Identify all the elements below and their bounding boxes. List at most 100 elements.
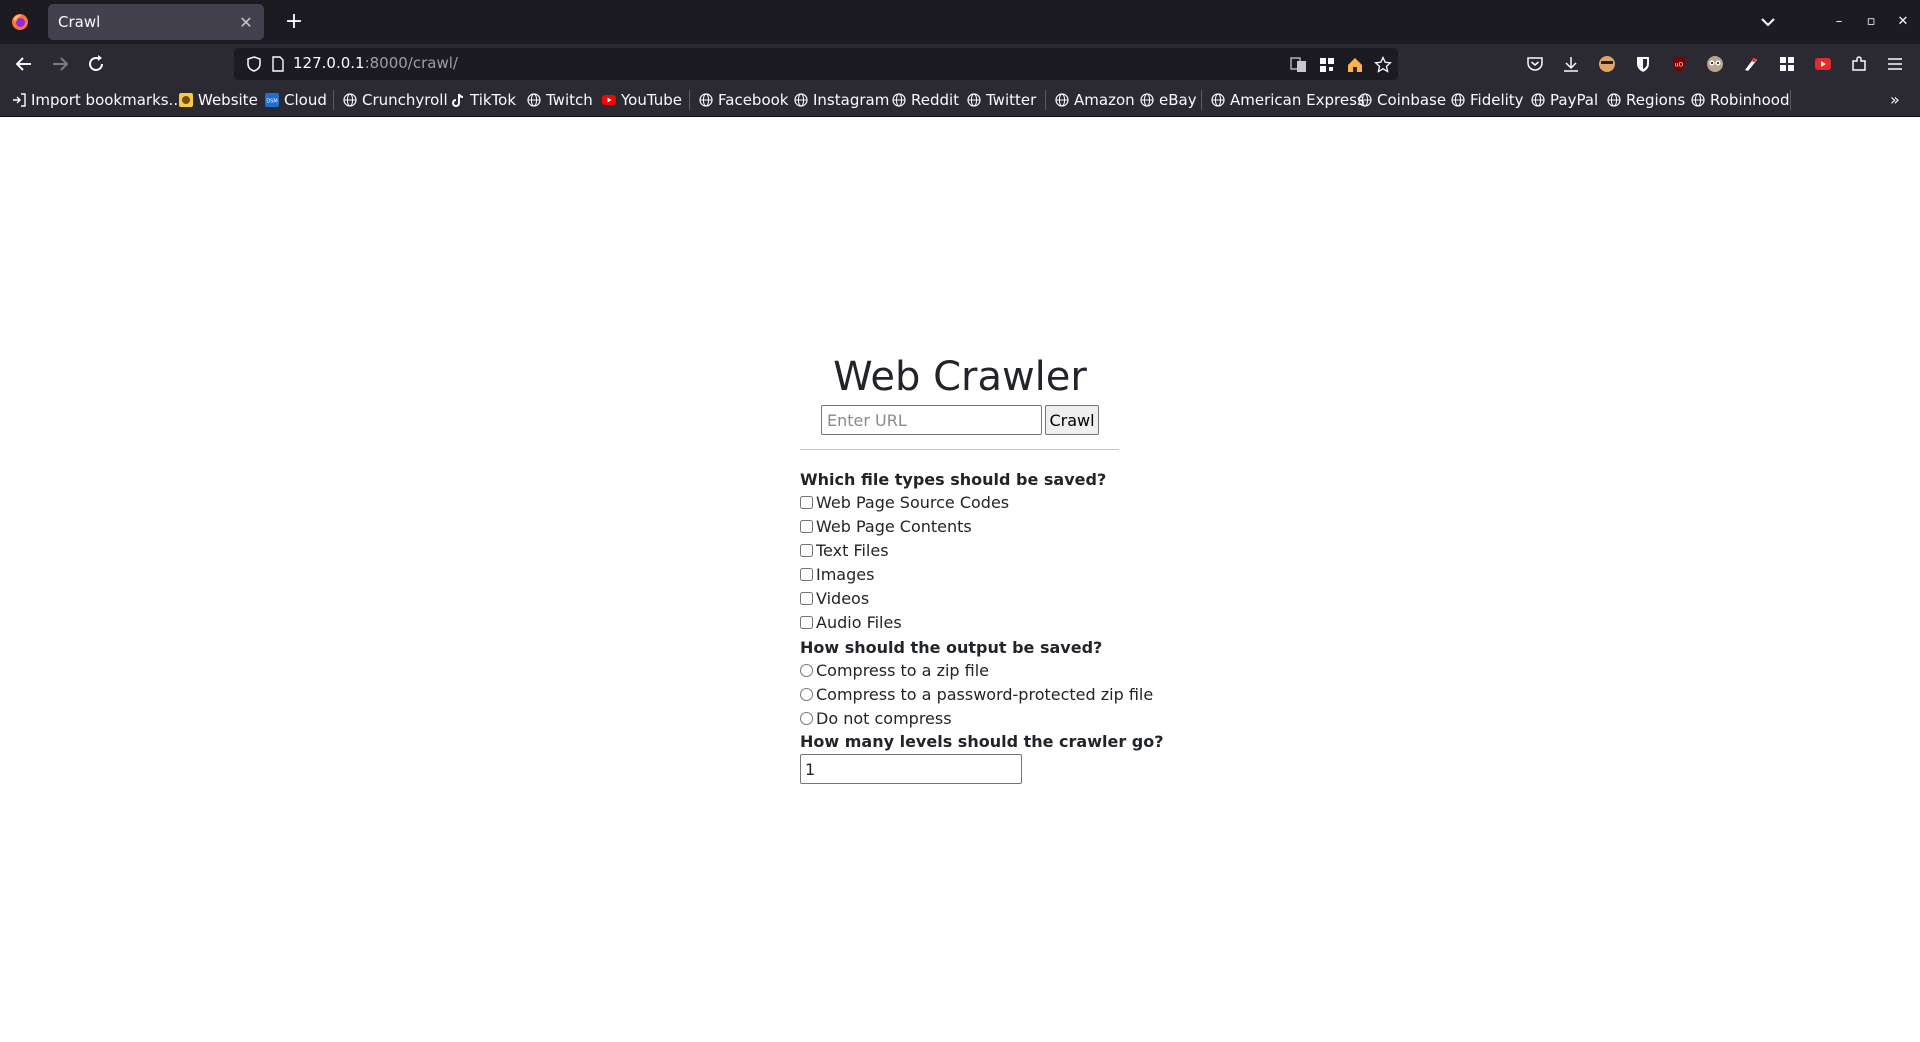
minimize-icon[interactable]: – [1827, 10, 1851, 34]
levels-question: How many levels should the crawler go? [800, 732, 1164, 751]
bookmark-label: eBay [1159, 91, 1197, 109]
option-label: Compress to a password-protected zip fil… [816, 684, 1154, 704]
youtube-extension-icon[interactable] [1814, 55, 1832, 73]
bookmarks-toolbar: Import bookmarks... Website DSM Cloud Cr… [0, 84, 1920, 117]
bookmark-coinbase[interactable]: Coinbase [1358, 89, 1446, 111]
bookmark-label: YouTube [621, 91, 682, 109]
checkbox[interactable] [800, 567, 813, 581]
option-videos[interactable]: Videos [800, 587, 869, 609]
bookmark-twitch[interactable]: Twitch [527, 89, 593, 111]
url-text[interactable]: 127.0.0.1:8000/crawl/ [293, 54, 458, 72]
tiktok-icon [452, 93, 464, 107]
option-label: Do not compress [816, 708, 952, 728]
radio[interactable] [800, 687, 813, 701]
checkbox[interactable] [800, 543, 813, 557]
firefox-logo-icon[interactable] [11, 13, 29, 31]
downloads-icon[interactable] [1562, 55, 1580, 73]
option-compress-password-zip[interactable]: Compress to a password-protected zip fil… [800, 683, 1153, 705]
pocket-icon[interactable] [1526, 55, 1544, 73]
list-all-tabs-chevron-icon[interactable] [1756, 10, 1780, 34]
option-images[interactable]: Images [800, 563, 874, 585]
reload-icon[interactable] [84, 52, 108, 76]
bookmark-separator [1201, 90, 1202, 110]
option-audio-files[interactable]: Audio Files [800, 611, 902, 633]
bookmark-reddit[interactable]: Reddit [892, 89, 959, 111]
url-input[interactable] [821, 405, 1042, 435]
option-do-not-compress[interactable]: Do not compress [800, 707, 952, 729]
bookmark-twitter[interactable]: Twitter [967, 89, 1036, 111]
option-compress-zip[interactable]: Compress to a zip file [800, 659, 989, 681]
bookmark-instagram[interactable]: Instagram [794, 89, 889, 111]
globe-icon [967, 93, 981, 107]
bookmark-label: Website [198, 91, 258, 109]
bookmark-website[interactable]: Website [179, 89, 258, 111]
bookmark-amazon[interactable]: Amazon [1055, 89, 1135, 111]
tab-close-icon[interactable]: ✕ [238, 13, 254, 32]
tab-crawl[interactable]: Crawl ✕ [48, 4, 264, 40]
forward-arrow-icon[interactable] [48, 52, 72, 76]
option-label: Web Page Source Codes [816, 492, 1010, 512]
extension-grid-icon[interactable] [1778, 55, 1796, 73]
bookmark-cloud[interactable]: DSM Cloud [265, 89, 327, 111]
bookmark-tiktok[interactable]: TikTok [451, 89, 516, 111]
bookmark-paypal[interactable]: PayPal [1531, 89, 1598, 111]
bitwarden-shield-icon[interactable] [1634, 55, 1652, 73]
bookmark-label: American Express [1230, 91, 1365, 109]
import-icon [13, 93, 26, 107]
bookmark-american-express[interactable]: American Express [1211, 89, 1365, 111]
option-web-page-source-codes[interactable]: Web Page Source Codes [800, 491, 1009, 513]
address-bar[interactable]: 127.0.0.1:8000/crawl/ [234, 48, 1398, 80]
bookmark-label: Facebook [718, 91, 789, 109]
new-tab-icon[interactable]: + [281, 9, 307, 35]
app-menu-hamburger-icon[interactable] [1886, 55, 1904, 73]
extension-ninja-icon[interactable] [1742, 55, 1760, 73]
extension-owl-icon[interactable] [1706, 55, 1724, 73]
qr-code-icon[interactable] [1318, 56, 1336, 74]
checkbox[interactable] [800, 495, 813, 509]
translate-icon[interactable] [1290, 56, 1308, 74]
bookmark-separator [689, 90, 690, 110]
radio[interactable] [800, 663, 813, 677]
bookmark-youtube[interactable]: YouTube [602, 89, 682, 111]
extension-face-icon[interactable] [1598, 55, 1616, 73]
bookmark-ebay[interactable]: eBay [1140, 89, 1197, 111]
bookmark-label: Fidelity [1470, 91, 1524, 109]
bookmark-robinhood[interactable]: Robinhood [1691, 89, 1790, 111]
close-window-icon[interactable]: ✕ [1891, 10, 1915, 34]
bookmark-fidelity[interactable]: Fidelity [1451, 89, 1524, 111]
bookmark-star-icon[interactable] [1374, 56, 1392, 74]
tracking-protection-shield-icon[interactable] [246, 56, 262, 72]
page-info-icon[interactable] [270, 56, 286, 72]
globe-icon [1211, 93, 1225, 107]
globe-icon [699, 93, 713, 107]
extensions-puzzle-icon[interactable] [1850, 55, 1868, 73]
back-arrow-icon[interactable] [12, 52, 36, 76]
radio[interactable] [800, 711, 813, 725]
bookmark-label: Cloud [284, 91, 327, 109]
checkbox[interactable] [800, 615, 813, 629]
option-label: Web Page Contents [816, 516, 972, 536]
option-text-files[interactable]: Text Files [800, 539, 889, 561]
home-icon[interactable] [1346, 56, 1364, 74]
more-bookmarks-chevron-icon[interactable]: » [1890, 90, 1900, 109]
url-path: :8000/crawl/ [364, 54, 458, 72]
bookmark-crunchyroll[interactable]: Crunchyroll [343, 89, 448, 111]
restore-icon[interactable]: ▫ [1859, 10, 1883, 34]
bookmark-import[interactable]: Import bookmarks... [12, 89, 183, 111]
bookmark-facebook[interactable]: Facebook [699, 89, 788, 111]
bookmark-regions[interactable]: Regions [1607, 89, 1685, 111]
bookmark-separator [1045, 90, 1046, 110]
bookmark-separator [1790, 90, 1791, 110]
output-question: How should the output be saved? [800, 638, 1103, 657]
navigation-toolbar: 127.0.0.1:8000/crawl/ uO [0, 44, 1920, 84]
page-viewport: Web Crawler Crawl Which file types shoul… [0, 117, 1920, 1042]
ublock-origin-icon[interactable]: uO [1670, 55, 1688, 73]
checkbox[interactable] [800, 519, 813, 533]
levels-number-input[interactable] [800, 754, 1022, 784]
divider [800, 449, 1119, 450]
option-web-page-contents[interactable]: Web Page Contents [800, 515, 972, 537]
crawl-button[interactable]: Crawl [1045, 405, 1099, 435]
checkbox[interactable] [800, 591, 813, 605]
globe-icon [1055, 93, 1069, 107]
option-label: Audio Files [816, 612, 902, 632]
